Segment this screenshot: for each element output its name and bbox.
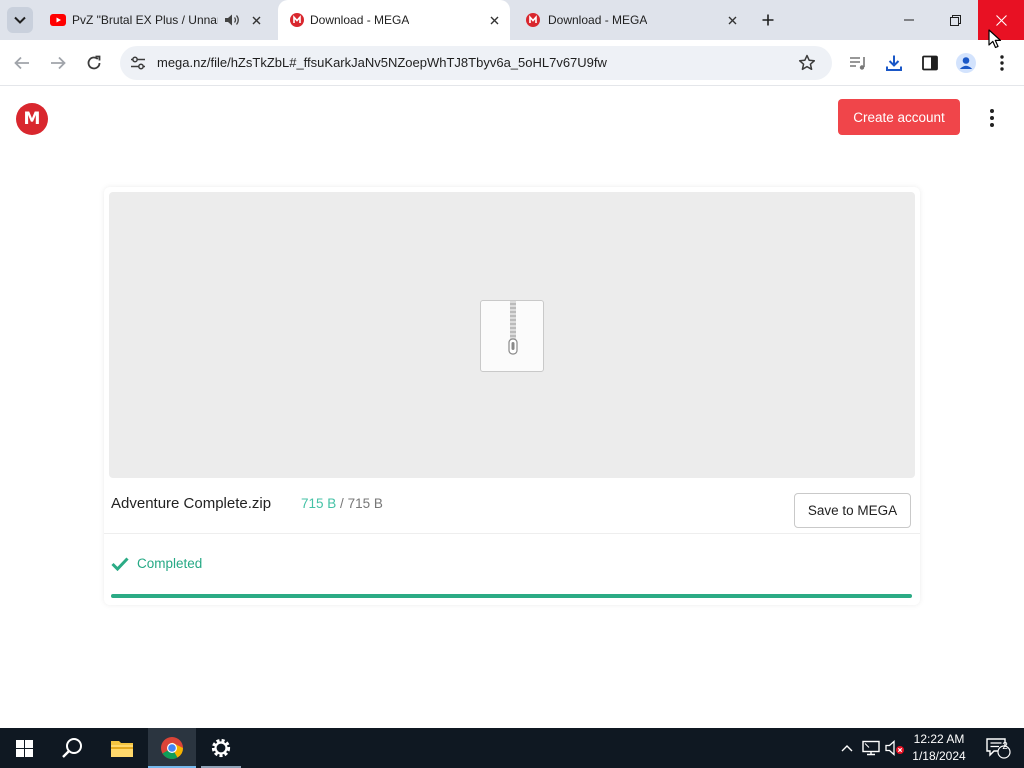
mouse-cursor-icon <box>988 29 1002 49</box>
plus-icon <box>762 14 774 26</box>
browser-menu-button[interactable] <box>991 52 1013 74</box>
more-vertical-icon-dot <box>990 116 994 120</box>
address-bar[interactable]: mega.nz/file/hZsTkZbL#_ffsuKarkJaNv5NZoe… <box>120 46 832 80</box>
folder-icon <box>111 741 133 757</box>
close-icon <box>252 16 260 24</box>
side-panel-button[interactable] <box>919 52 941 74</box>
downloaded-size: 715 B <box>301 496 337 511</box>
file-info-row: Adventure Complete.zip 715 B / 715 B Sav… <box>104 478 920 534</box>
status-text: Completed <box>137 556 203 571</box>
page-menu-button[interactable] <box>982 106 1002 130</box>
youtube-icon <box>50 14 66 26</box>
total-size: 715 B <box>347 496 383 511</box>
chrome-taskbar-button[interactable] <box>148 728 196 768</box>
tab-title: PvZ "Brutal EX Plus / Unnam <box>72 13 218 27</box>
back-button[interactable] <box>10 51 34 75</box>
music-queue-icon <box>850 57 865 70</box>
download-status: Completed <box>111 556 202 571</box>
more-vertical-icon-dot <box>990 123 994 127</box>
arrow-left-icon <box>14 56 29 70</box>
bookmark-star-icon[interactable] <box>798 54 816 72</box>
volume-button[interactable] <box>884 728 906 768</box>
action-center-button[interactable]: 2 <box>978 728 1018 768</box>
file-explorer-button[interactable] <box>98 728 146 768</box>
arrow-right-icon <box>51 56 66 70</box>
chrome-icon <box>161 737 183 759</box>
tab-mega-active[interactable]: Download - MEGA <box>278 0 510 40</box>
tab-close-button[interactable] <box>724 12 740 28</box>
close-icon <box>995 14 1007 26</box>
forward-button[interactable] <box>46 51 70 75</box>
tab-close-button[interactable] <box>248 12 264 28</box>
file-name: Adventure Complete.zip <box>111 495 272 512</box>
more-vertical-icon <box>1000 55 1004 71</box>
site-settings-icon[interactable] <box>130 56 146 70</box>
minimize-icon <box>904 19 914 21</box>
speaker-icon <box>225 14 239 26</box>
search-button[interactable] <box>48 728 96 768</box>
tab-mega[interactable]: Download - MEGA <box>514 0 752 40</box>
zipper-icon <box>508 301 518 355</box>
side-panel-icon <box>922 55 938 71</box>
new-tab-button[interactable] <box>757 9 779 31</box>
restore-button[interactable] <box>932 0 978 40</box>
file-size: 715 B / 715 B <box>301 496 383 511</box>
restore-icon <box>949 14 961 26</box>
create-account-button[interactable]: Create account <box>838 99 960 135</box>
clock-time: 12:22 AM <box>913 732 965 746</box>
tab-youtube[interactable]: PvZ "Brutal EX Plus / Unnam <box>38 0 274 40</box>
mega-icon <box>526 13 540 27</box>
network-button[interactable] <box>860 728 882 768</box>
close-icon <box>728 16 736 24</box>
tab-title: Download - MEGA <box>548 13 648 27</box>
settings-taskbar-button[interactable] <box>197 728 245 768</box>
gear-icon <box>211 738 231 758</box>
browser-tabstrip: PvZ "Brutal EX Plus / Unnam Download - M… <box>0 0 1024 40</box>
reload-button[interactable] <box>82 51 106 75</box>
windows-icon <box>15 739 33 757</box>
file-download-card: Adventure Complete.zip 715 B / 715 B Sav… <box>104 187 920 605</box>
reload-icon <box>87 55 101 70</box>
browser-toolbar: mega.nz/file/hZsTkZbL#_ffsuKarkJaNv5NZoe… <box>0 40 1024 86</box>
download-icon <box>886 55 902 71</box>
profile-button[interactable] <box>955 52 977 74</box>
close-icon <box>490 16 498 24</box>
size-separator: / <box>340 496 344 511</box>
tab-close-button[interactable] <box>486 12 502 28</box>
save-to-mega-button[interactable]: Save to MEGA <box>794 493 911 528</box>
url-text: mega.nz/file/hZsTkZbL#_ffsuKarkJaNv5NZoe… <box>157 55 607 70</box>
windows-taskbar: 12:22 AM 1/18/2024 2 <box>0 728 1024 768</box>
speaker-muted-icon <box>885 740 904 756</box>
progress-fill <box>111 594 912 598</box>
download-progress-bar <box>111 594 912 598</box>
chevron-up-icon <box>841 745 853 752</box>
profile-icon <box>956 53 976 73</box>
tab-search-button[interactable] <box>7 7 33 33</box>
tray-overflow-button[interactable] <box>836 728 858 768</box>
network-icon <box>862 740 880 756</box>
minimize-button[interactable] <box>886 0 932 40</box>
chevron-down-icon <box>14 16 26 24</box>
clock-date: 1/18/2024 <box>912 749 966 763</box>
mega-logo[interactable]: M <box>16 103 48 135</box>
notification-count: 2 <box>1002 741 1008 752</box>
tab-title: Download - MEGA <box>310 13 410 27</box>
zip-file-icon <box>480 300 544 372</box>
more-vertical-icon <box>990 109 994 113</box>
file-preview-area <box>109 192 915 478</box>
search-icon <box>62 738 82 758</box>
start-button[interactable] <box>0 728 48 768</box>
checkmark-icon <box>111 556 129 571</box>
media-controls-button[interactable] <box>847 52 869 74</box>
taskbar-clock[interactable]: 12:22 AM 1/18/2024 <box>905 731 973 765</box>
mega-icon <box>290 13 304 27</box>
downloads-button[interactable] <box>883 52 905 74</box>
